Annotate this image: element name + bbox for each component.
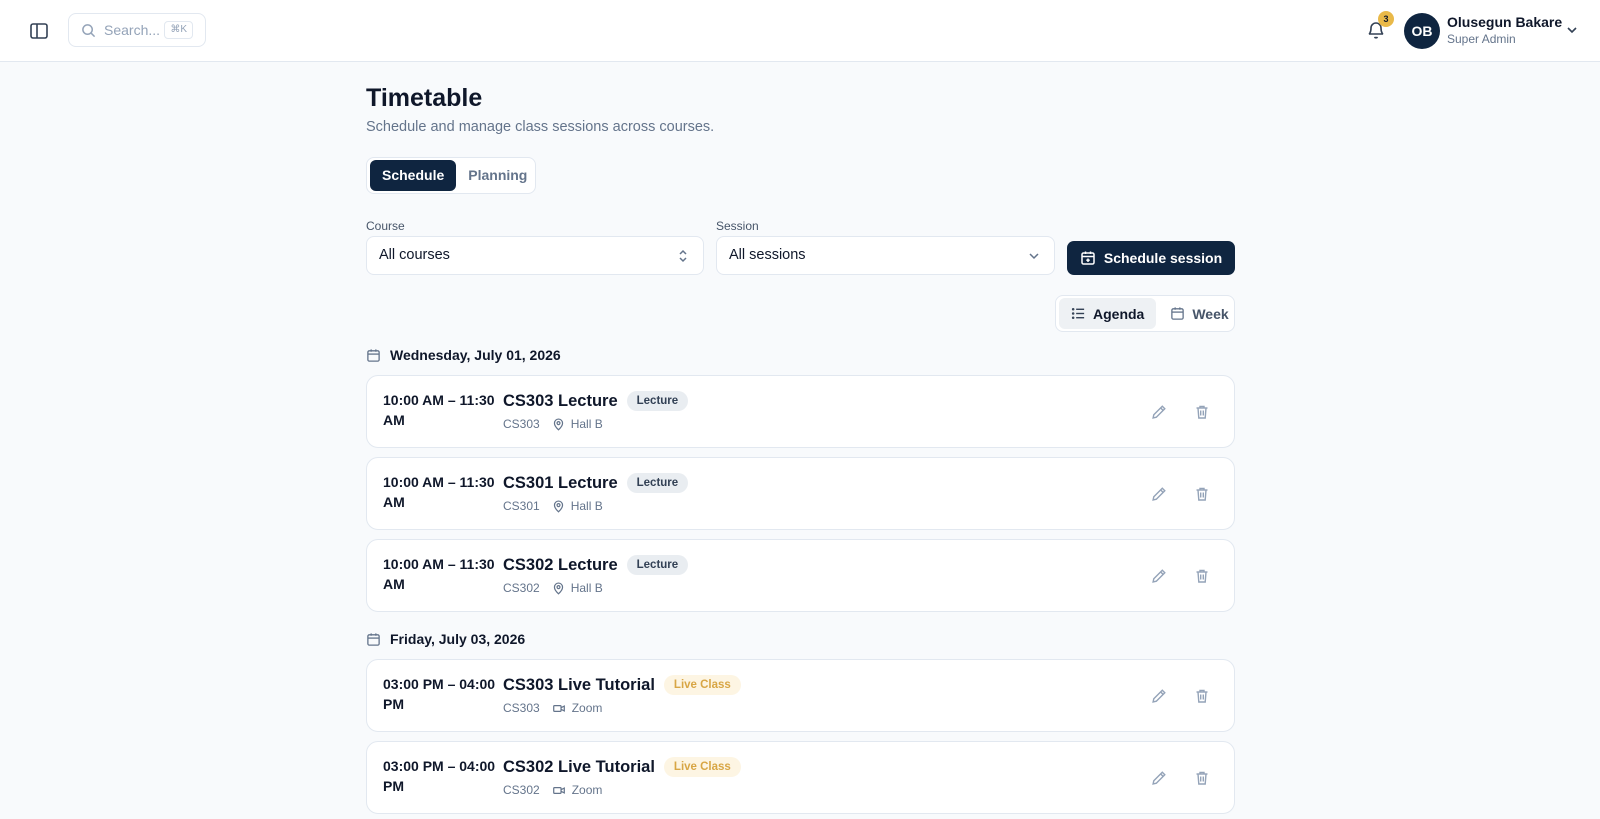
session-card[interactable]: 10:00 AM – 11:30 AM CS302 Lecture Lectur… — [366, 539, 1235, 612]
tab-group: Schedule Planning — [366, 157, 536, 194]
view-toggle: Agenda Week — [1055, 295, 1235, 332]
page-subtitle: Schedule and manage class sessions acros… — [366, 119, 715, 135]
map-pin-icon — [553, 581, 563, 595]
session-time: 03:00 PM – 04:00 PM — [383, 758, 496, 794]
session-type-badge: Lecture — [626, 555, 689, 575]
delete-session-button[interactable] — [1193, 403, 1211, 421]
course-select-value: All courses — [379, 247, 450, 263]
trash-icon — [1196, 487, 1208, 501]
video-icon — [552, 704, 565, 712]
edit-session-button[interactable] — [1150, 567, 1168, 585]
day-heading: Wednesday, July 01, 2026 — [366, 347, 561, 363]
top-bar: Search... ⌘K 3 OB Olusegun Bakare Super … — [0, 0, 1600, 62]
chevron-down-icon — [1029, 253, 1039, 260]
session-course-code: CS302 — [503, 783, 540, 797]
delete-session-button[interactable] — [1193, 687, 1211, 705]
session-time: 10:00 AM – 11:30 AM — [383, 392, 495, 428]
trash-icon — [1196, 569, 1208, 583]
session-card[interactable]: 10:00 AM – 11:30 AM CS303 Lecture Lectur… — [366, 375, 1235, 448]
search-input[interactable]: Search... ⌘K — [68, 13, 206, 47]
pencil-icon — [1152, 771, 1166, 785]
delete-session-button[interactable] — [1193, 567, 1211, 585]
session-type-badge: Live Class — [663, 675, 741, 695]
pencil-icon — [1152, 405, 1166, 419]
page-title: Timetable — [366, 84, 483, 112]
view-week-button[interactable]: Week — [1158, 298, 1240, 329]
sidebar-toggle-icon[interactable] — [27, 19, 51, 43]
session-location: Hall B — [570, 417, 603, 431]
day-heading-label: Wednesday, July 01, 2026 — [390, 347, 561, 363]
delete-session-button[interactable] — [1193, 769, 1211, 787]
notification-count-badge: 3 — [1378, 11, 1394, 27]
session-select[interactable]: All sessions — [716, 236, 1055, 275]
edit-session-button[interactable] — [1150, 687, 1168, 705]
user-name: Olusegun Bakare — [1447, 14, 1563, 30]
session-location: Zoom — [571, 783, 603, 797]
session-title: CS303 Lecture — [503, 391, 618, 410]
session-title: CS302 Lecture — [503, 555, 618, 574]
session-time: 10:00 AM – 11:30 AM — [383, 556, 495, 592]
session-course-code: CS303 — [503, 417, 540, 431]
trash-icon — [1196, 405, 1208, 419]
edit-session-button[interactable] — [1150, 485, 1168, 503]
session-type-badge: Lecture — [626, 473, 689, 493]
view-agenda-button[interactable]: Agenda — [1059, 298, 1157, 329]
schedule-session-label: Schedule session — [1103, 250, 1223, 266]
delete-session-button[interactable] — [1193, 485, 1211, 503]
edit-session-button[interactable] — [1150, 769, 1168, 787]
session-card[interactable]: 03:00 PM – 04:00 PM CS302 Live Tutorial … — [366, 741, 1235, 814]
map-pin-icon — [553, 499, 563, 513]
session-course-code: CS303 — [503, 701, 540, 715]
course-select[interactable]: All courses — [366, 236, 704, 275]
session-type-badge: Lecture — [626, 391, 689, 411]
session-type-badge: Live Class — [663, 757, 741, 777]
pencil-icon — [1152, 569, 1166, 583]
map-pin-icon — [553, 417, 563, 431]
tab-schedule[interactable]: Schedule — [370, 160, 457, 191]
avatar[interactable]: OB — [1404, 13, 1440, 49]
view-agenda-label: Agenda — [1093, 305, 1145, 322]
trash-icon — [1196, 689, 1208, 703]
chevron-down-icon[interactable] — [1564, 22, 1580, 38]
list-icon — [1071, 308, 1085, 319]
tab-planning[interactable]: Planning — [456, 160, 539, 191]
course-label: Course — [366, 219, 405, 233]
search-icon — [82, 23, 96, 37]
session-course-code: CS301 — [503, 499, 540, 513]
trash-icon — [1196, 771, 1208, 785]
calendar-icon — [1171, 307, 1185, 320]
session-card[interactable]: 10:00 AM – 11:30 AM CS301 Lecture Lectur… — [366, 457, 1235, 530]
video-icon — [552, 786, 565, 794]
session-title: CS301 Lecture — [503, 473, 618, 492]
session-time: 10:00 AM – 11:30 AM — [383, 474, 495, 510]
session-title: CS302 Live Tutorial — [503, 757, 655, 776]
session-location: Zoom — [571, 701, 603, 715]
search-placeholder: Search... — [104, 22, 161, 38]
day-heading: Friday, July 03, 2026 — [366, 631, 525, 647]
session-time: 03:00 PM – 04:00 PM — [383, 676, 496, 712]
calendar-plus-icon — [1081, 251, 1095, 265]
schedule-session-button[interactable]: Schedule session — [1067, 241, 1235, 275]
edit-session-button[interactable] — [1150, 403, 1168, 421]
chevron-up-down-icon — [679, 249, 687, 263]
session-location: Hall B — [570, 581, 603, 595]
session-card[interactable]: 03:00 PM – 04:00 PM CS303 Live Tutorial … — [366, 659, 1235, 732]
session-location: Hall B — [570, 499, 603, 513]
search-shortcut: ⌘K — [164, 21, 193, 39]
session-title: CS303 Live Tutorial — [503, 675, 655, 694]
calendar-icon — [367, 632, 380, 646]
view-week-label: Week — [1192, 305, 1229, 322]
day-heading-label: Friday, July 03, 2026 — [390, 631, 526, 647]
session-label: Session — [716, 219, 759, 233]
calendar-icon — [367, 348, 380, 362]
session-select-value: All sessions — [729, 247, 806, 263]
session-course-code: CS302 — [503, 581, 540, 595]
user-role: Super Admin — [1447, 32, 1516, 46]
pencil-icon — [1152, 689, 1166, 703]
pencil-icon — [1152, 487, 1166, 501]
